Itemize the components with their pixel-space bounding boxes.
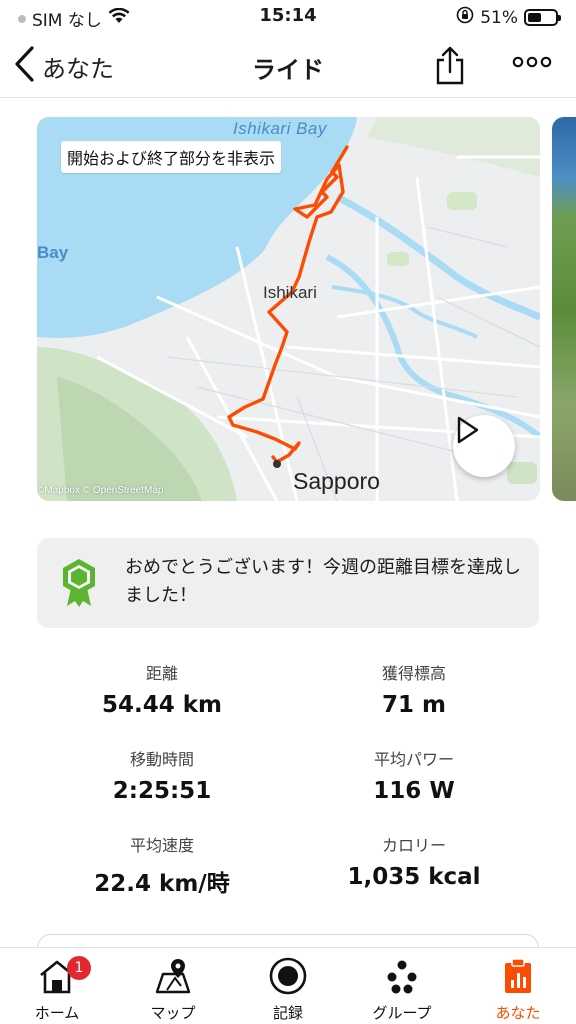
stat-label: 平均速度 xyxy=(129,836,194,855)
map-attribution: ©Mapbox © OpenStreetMap xyxy=(37,485,164,496)
groups-icon xyxy=(387,960,417,994)
tab-maps[interactable]: マップ xyxy=(123,956,223,1023)
share-button[interactable] xyxy=(432,46,468,90)
achievement-message: おめでとうございます！今週の距離目標を達成しました！ xyxy=(125,557,521,606)
status-bar: SIM なし 15:14 51% xyxy=(0,0,576,34)
share-icon xyxy=(436,46,464,85)
stat-value: 71 m xyxy=(382,692,446,718)
map-label-ishikari-bay: Ishikari Bay xyxy=(233,119,327,138)
route-map[interactable]: 開始および終了部分を非表示 Ishikari Bay Bay Ishikari … xyxy=(37,117,540,501)
achievement-banner: おめでとうございます！今週の距離目標を達成しました！ xyxy=(37,538,539,628)
stat-label: 獲得標高 xyxy=(381,664,446,683)
stat-label: カロリー xyxy=(381,836,446,855)
play-flyover-button[interactable] xyxy=(453,415,515,477)
record-icon xyxy=(269,957,307,995)
stat-elevation-gain: 獲得標高 71 m xyxy=(289,660,539,718)
goal-badge-icon xyxy=(61,558,97,612)
ellipsis-icon xyxy=(512,56,552,68)
stat-label: 平均パワー xyxy=(373,750,454,769)
tab-label: 記録 xyxy=(272,1004,303,1022)
stat-value: 22.4 km/時 xyxy=(94,871,230,897)
stat-value: 54.44 km xyxy=(101,692,223,718)
battery-percent: 51% xyxy=(480,7,518,28)
stat-average-power: 平均パワー 116 W xyxy=(289,746,539,804)
stat-calories: カロリー 1,035 kcal xyxy=(289,832,539,890)
stat-label: 移動時間 xyxy=(129,750,194,769)
map-label-ishikari: Ishikari xyxy=(263,283,317,302)
stat-average-speed: 平均速度 22.4 km/時 xyxy=(37,832,287,898)
map-label-sapporo: Sapporo xyxy=(293,468,380,494)
page-title: ライド xyxy=(252,56,324,84)
tab-groups[interactable]: グループ xyxy=(352,956,452,1023)
battery-icon xyxy=(524,9,561,26)
tab-you[interactable]: あなた xyxy=(468,956,568,1023)
stat-moving-time: 移動時間 2:25:51 xyxy=(37,746,287,804)
stat-distance: 距離 54.44 km xyxy=(37,660,287,718)
stat-value: 116 W xyxy=(373,778,455,804)
map-label-bay: Bay xyxy=(37,243,69,262)
tab-label: グループ xyxy=(372,1004,432,1022)
tab-label: あなた xyxy=(495,1004,541,1022)
tab-record[interactable]: 記録 xyxy=(238,956,338,1023)
notification-badge: 1 xyxy=(67,956,91,980)
tab-label: ホーム xyxy=(34,1004,80,1022)
activity-photo-peek[interactable] xyxy=(552,117,576,501)
stat-value: 2:25:51 xyxy=(112,778,212,804)
tab-home[interactable]: 1 ホーム xyxy=(7,956,107,1023)
hide-start-end-toggle[interactable]: 開始および終了部分を非表示 xyxy=(61,141,282,173)
tab-label: マップ xyxy=(150,1004,196,1022)
navigation-bar: あなた ライド xyxy=(0,34,576,98)
map-icon xyxy=(155,959,191,994)
tab-bar: 1 ホーム マップ 記録 グループ あなた xyxy=(0,947,576,1024)
stat-value: 1,035 kcal xyxy=(347,864,481,890)
stat-label: 距離 xyxy=(145,664,178,683)
more-options-button[interactable] xyxy=(512,54,552,74)
orientation-lock-icon xyxy=(456,6,474,29)
play-icon xyxy=(457,416,479,444)
you-icon xyxy=(505,958,531,993)
